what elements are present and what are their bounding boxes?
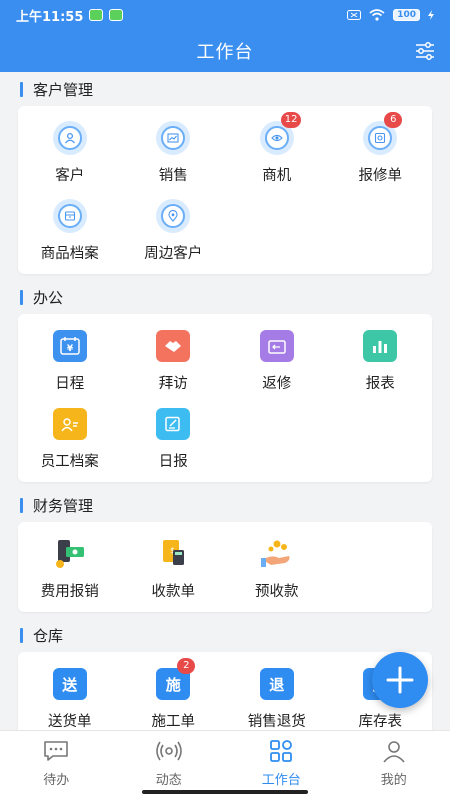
section-title-finance: 财务管理 <box>0 488 450 522</box>
app-bar: 工作台 <box>0 30 450 72</box>
notification-icon <box>109 9 124 21</box>
construction-order-badge: 2 <box>177 658 196 674</box>
battery-indicator: 100 <box>393 9 420 21</box>
receipt-calculator-icon: $ <box>155 536 191 572</box>
calendar-icon: ¥ <box>52 330 87 362</box>
status-time: 上午11:55 <box>16 9 84 25</box>
grid-item-customer[interactable]: 客户 <box>18 114 122 192</box>
sales-chart-icon <box>156 121 191 155</box>
grid-item-repair-order[interactable]: 6 报修单 <box>329 112 433 192</box>
tab-mine[interactable]: 我的 <box>338 731 450 800</box>
settings-sliders-icon[interactable] <box>414 40 436 62</box>
edit-note-icon <box>156 408 191 440</box>
product-archive-icon <box>52 199 87 233</box>
handshake-icon <box>156 330 191 362</box>
grid-item-opportunity[interactable]: 12 商机 <box>225 112 329 192</box>
notification-icon <box>89 9 104 21</box>
grid-item-sales[interactable]: 销售 <box>122 114 226 192</box>
grid-item-sales-return[interactable]: 退 销售退货 <box>225 660 329 730</box>
grid-item-product-archive[interactable]: 商品档案 <box>18 192 122 270</box>
grid-item-return-repair[interactable]: 返修 <box>225 322 329 400</box>
tab-todo[interactable]: 待办 <box>0 731 113 800</box>
grid-item-nearby-customer[interactable]: 周边客户 <box>122 192 226 270</box>
card-finance: 费用报销 $ 收款单 预收款 <box>18 522 432 612</box>
person-icon <box>383 741 405 763</box>
grid-item-receipt[interactable]: $ 收款单 <box>122 530 226 608</box>
sales-return-icon: 退 <box>259 668 294 700</box>
repair-order-badge: 6 <box>384 112 403 128</box>
status-bar: 上午11:55 100 <box>0 0 450 30</box>
add-fab-button[interactable] <box>372 652 428 708</box>
grid-item-report[interactable]: 报表 <box>329 322 433 400</box>
location-pin-icon <box>156 199 191 233</box>
grid-item-daily-report[interactable]: 日报 <box>122 400 226 478</box>
sim-icon <box>347 10 362 20</box>
grid-item-expense-reimbursement[interactable]: 费用报销 <box>18 530 122 608</box>
grid-item-delivery-note[interactable]: 送 送货单 <box>18 660 122 730</box>
plus-icon <box>386 666 414 694</box>
card-warehouse: 送 送货单 施 2 施工单 退 销售退货 库 库存表 <box>18 652 432 730</box>
delivery-note-icon: 送 <box>52 668 87 700</box>
page-title: 工作台 <box>196 42 254 63</box>
chat-icon <box>44 741 69 761</box>
bar-chart-icon <box>363 330 398 362</box>
section-title-office: 办公 <box>0 280 450 314</box>
section-title-customer: 客户管理 <box>0 72 450 106</box>
broadcast-icon <box>155 741 182 761</box>
grid-item-staff-archive[interactable]: 员工档案 <box>18 400 122 478</box>
staff-card-icon <box>52 408 87 440</box>
opportunity-badge: 12 <box>280 112 302 128</box>
grid-item-schedule[interactable]: ¥ 日程 <box>18 322 122 400</box>
charging-icon <box>428 10 434 20</box>
svg-text:¥: ¥ <box>67 344 74 354</box>
card-customer: 客户 销售 12 商机 6 报修单 商品档案 周边客户 <box>18 106 432 274</box>
home-indicator <box>142 790 308 794</box>
section-title-warehouse: 仓库 <box>0 618 450 652</box>
customer-icon <box>52 121 87 155</box>
return-box-icon <box>259 330 294 362</box>
advance-payment-hand-icon <box>259 536 295 572</box>
grid-item-advance-payment[interactable]: 预收款 <box>225 530 329 608</box>
grid-item-visit[interactable]: 拜访 <box>122 322 226 400</box>
wifi-icon <box>369 9 385 21</box>
workbench-content[interactable]: 客户管理 客户 销售 12 商机 6 报修单 商品档案 周边客户 办公 ¥ 日程… <box>0 72 450 730</box>
expense-phone-cash-icon <box>52 536 88 572</box>
card-office: ¥ 日程 拜访 返修 报表 员工档案 日报 <box>18 314 432 482</box>
grid-icon <box>270 740 293 762</box>
grid-item-construction-order[interactable]: 施 2 施工单 <box>122 658 226 730</box>
